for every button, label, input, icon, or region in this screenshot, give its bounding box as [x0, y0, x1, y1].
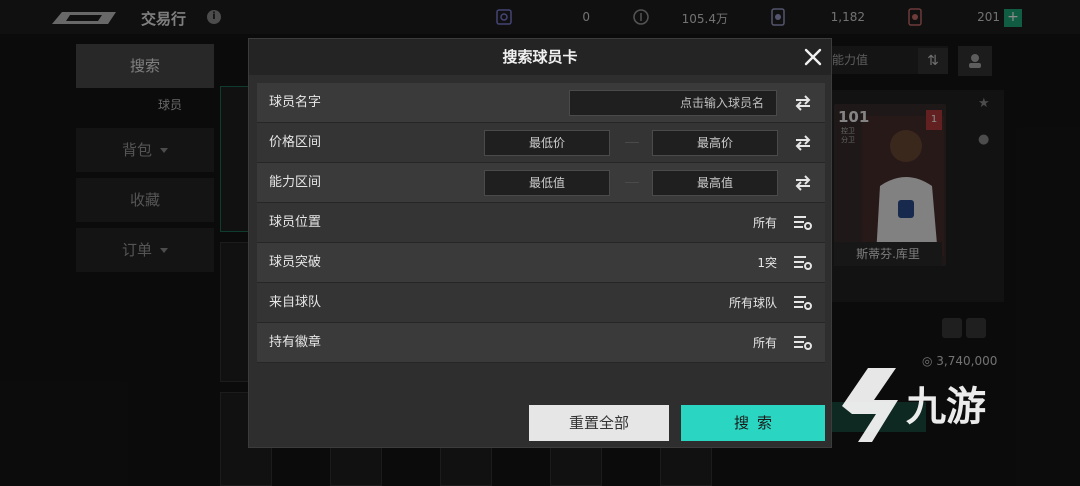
filter-row-badges[interactable]: 持有徽章 所有 — [257, 323, 825, 363]
filter-settings-icon[interactable] — [793, 334, 813, 352]
reset-all-button[interactable]: 重置全部 — [529, 405, 669, 441]
app-root: 交易行 i 0 105.4万 1,182 201 + 搜索 球员 背包 收藏 订… — [0, 0, 1080, 486]
min-price-input[interactable]: 最低价 — [484, 130, 610, 156]
row-label: 球员位置 — [269, 215, 322, 230]
team-value: 所有球队 — [728, 296, 777, 310]
row-label: 来自球队 — [269, 295, 322, 310]
max-price-input[interactable]: 最高价 — [652, 130, 778, 156]
search-player-card-dialog: 搜索球员卡 球员名字 点击输入球员名 价格区间 最低价 最高价 能力区间 最低值… — [248, 38, 832, 448]
filter-rows: 球员名字 点击输入球员名 价格区间 最低价 最高价 能力区间 最低值 最高值 球… — [257, 83, 825, 363]
range-separator — [625, 182, 639, 183]
dialog-header: 搜索球员卡 — [249, 39, 831, 75]
filter-row-ability-range: 能力区间 最低值 最高值 — [257, 163, 825, 203]
player-name-input[interactable]: 点击输入球员名 — [569, 90, 777, 116]
filter-row-price-range: 价格区间 最低价 最高价 — [257, 123, 825, 163]
filter-row-position[interactable]: 球员位置 所有 — [257, 203, 825, 243]
row-label: 球员突破 — [269, 255, 322, 270]
refresh-icon[interactable] — [793, 134, 813, 152]
filter-row-player-name: 球员名字 点击输入球员名 — [257, 83, 825, 123]
filter-settings-icon[interactable] — [793, 294, 813, 312]
close-icon[interactable] — [801, 45, 825, 69]
row-label: 球员名字 — [269, 95, 322, 110]
dialog-footer: 重置全部 搜索 — [257, 367, 825, 441]
refresh-icon[interactable] — [793, 174, 813, 192]
max-ability-input[interactable]: 最高值 — [652, 170, 778, 196]
position-value: 所有 — [752, 216, 777, 230]
row-label: 持有徽章 — [269, 335, 322, 350]
range-separator — [625, 142, 639, 143]
row-label: 能力区间 — [269, 175, 322, 190]
refresh-icon[interactable] — [793, 94, 813, 112]
dialog-title: 搜索球员卡 — [502, 48, 578, 66]
search-button[interactable]: 搜索 — [681, 405, 825, 441]
breakthrough-value: 1突 — [757, 256, 777, 270]
filter-settings-icon[interactable] — [793, 214, 813, 232]
filter-row-team[interactable]: 来自球队 所有球队 — [257, 283, 825, 323]
row-label: 价格区间 — [269, 135, 322, 150]
filter-settings-icon[interactable] — [793, 254, 813, 272]
watermark-text: 九游 — [906, 384, 986, 430]
min-ability-input[interactable]: 最低值 — [484, 170, 610, 196]
filter-row-breakthrough[interactable]: 球员突破 1突 — [257, 243, 825, 283]
badges-value: 所有 — [752, 336, 777, 350]
